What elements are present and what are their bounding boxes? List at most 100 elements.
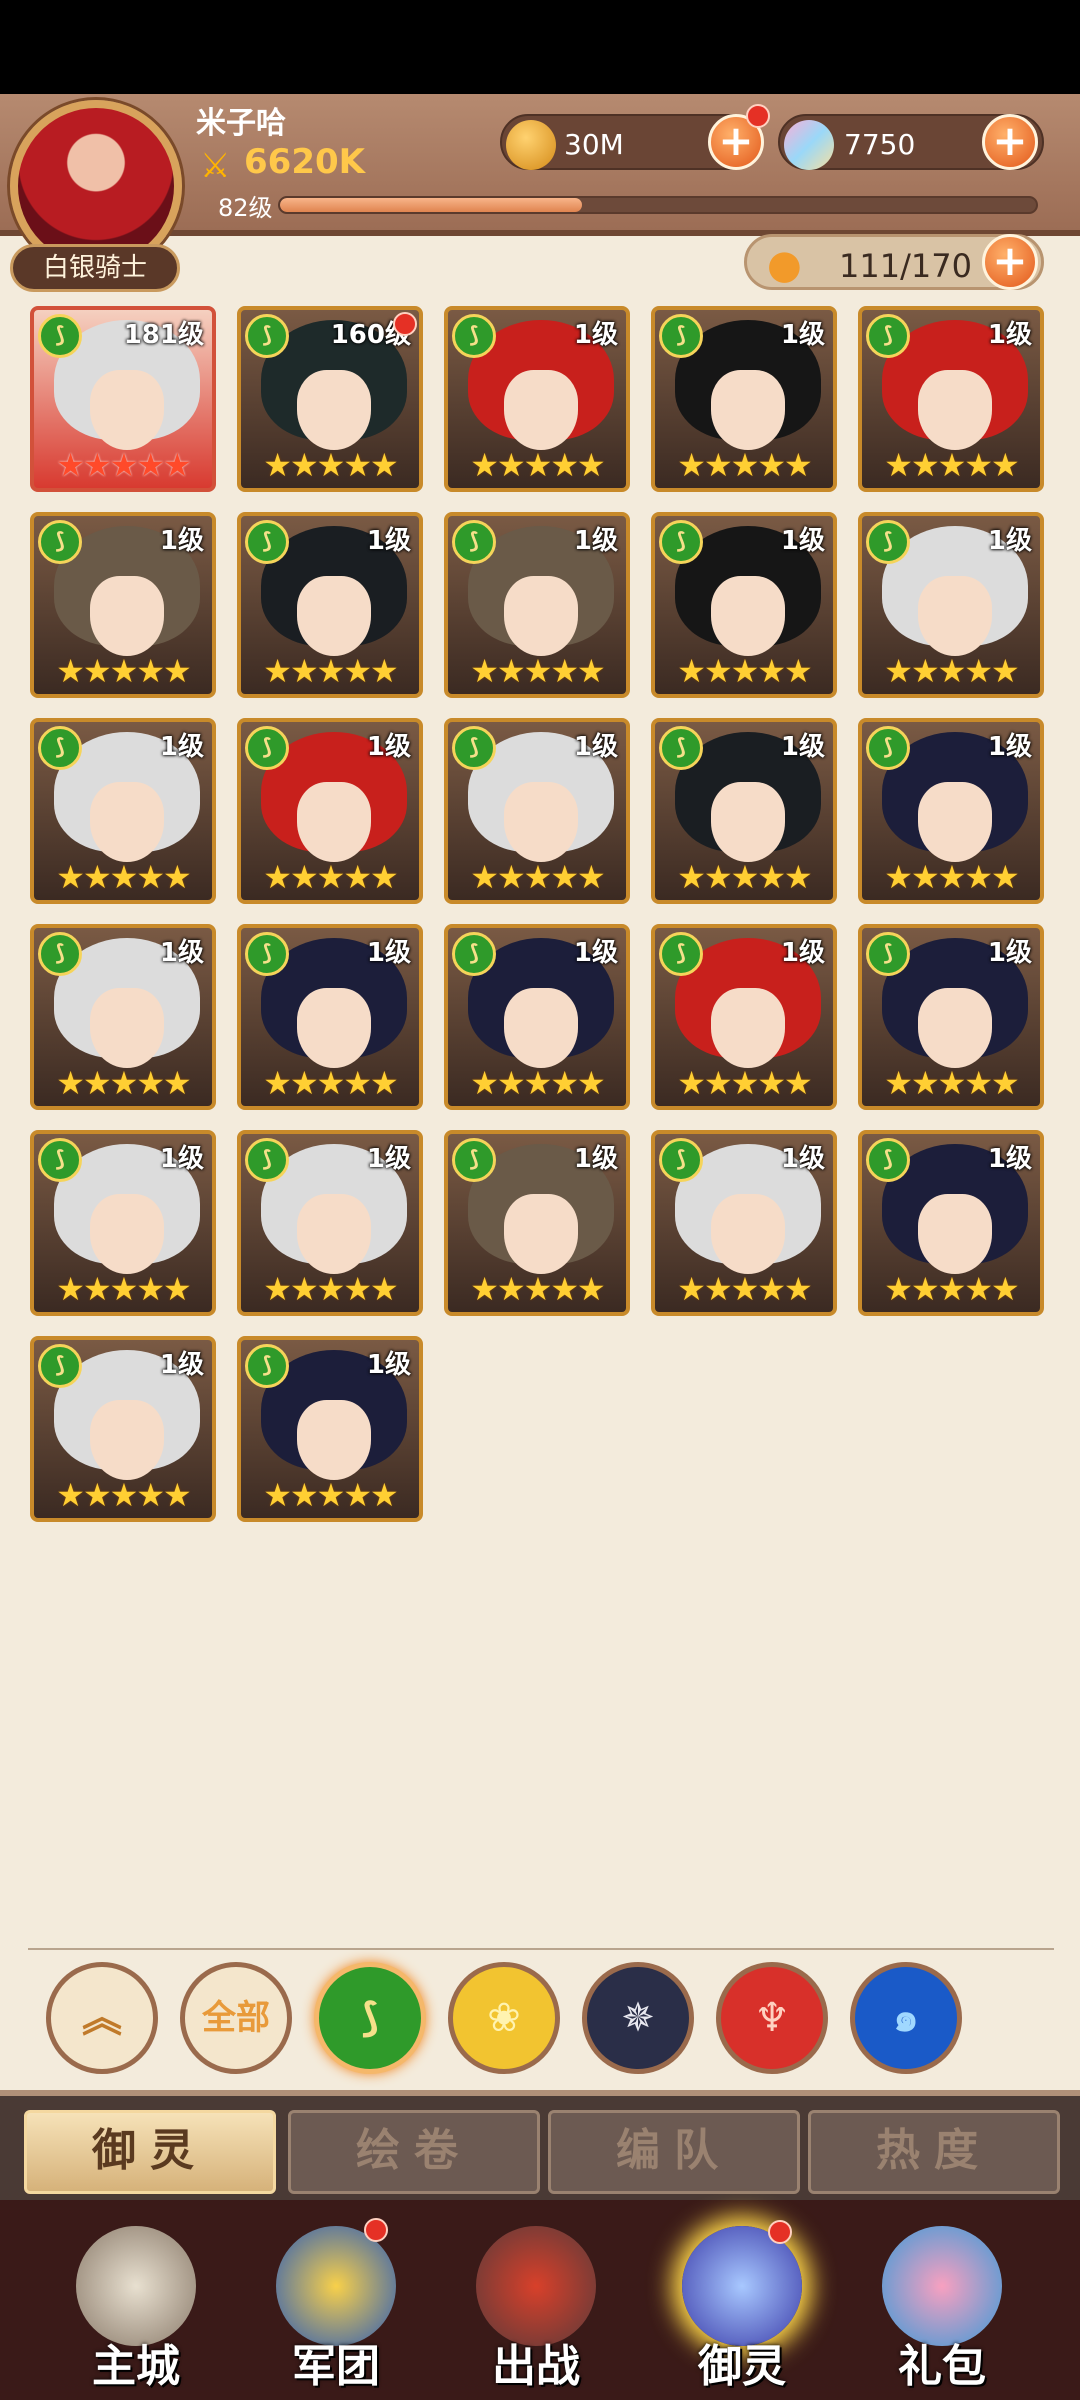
xp-progress-bar xyxy=(278,196,1038,214)
hero-stars: ★★★★★ xyxy=(263,858,398,896)
hero-card[interactable]: ⟆ 1级 ★★★★★ xyxy=(237,512,423,698)
hero-face xyxy=(711,782,785,862)
hero-stars: ★★★★★ xyxy=(884,1270,1019,1308)
hero-card[interactable]: ⟆ 1级 ★★★★★ xyxy=(444,1130,630,1316)
nature-faction-icon: ⟆ xyxy=(866,932,910,976)
filter-phoenix-faction-icon[interactable]: ♆ xyxy=(716,1962,828,2074)
hero-stars: ★★★★★ xyxy=(470,1270,605,1308)
nature-faction-icon: ⟆ xyxy=(38,520,82,564)
hero-level: 1级 xyxy=(780,732,825,762)
hero-card[interactable]: ⟆ 1级 ★★★★★ xyxy=(858,924,1044,1110)
hero-stars: ★★★★★ xyxy=(56,446,191,484)
hero-card[interactable]: ⟆ 1级 ★★★★★ xyxy=(237,924,423,1110)
nav-main-city[interactable]: 主城 xyxy=(46,2218,226,2400)
hero-card[interactable]: ⟆ 1级 ★★★★★ xyxy=(30,718,216,904)
nature-faction-icon: ⟆ xyxy=(245,1138,289,1182)
tab-scrolls[interactable]: 绘卷 xyxy=(288,2110,540,2194)
hero-stars: ★★★★★ xyxy=(884,652,1019,690)
hero-card[interactable]: ⟆ 1级 ★★★★★ xyxy=(858,512,1044,698)
crystal-gem-icon xyxy=(784,120,834,170)
hero-card[interactable]: ⟆ 1级 ★★★★★ xyxy=(444,718,630,904)
hero-card[interactable]: ⟆ 1级 ★★★★★ xyxy=(651,924,837,1110)
hero-card[interactable]: ⟆ 1级 ★★★★★ xyxy=(237,1336,423,1522)
divider xyxy=(28,1948,1054,1950)
hero-face xyxy=(297,1194,371,1274)
nature-faction-icon: ⟆ xyxy=(38,1138,82,1182)
hero-stars: ★★★★★ xyxy=(677,1064,812,1102)
battle-gate-icon xyxy=(476,2226,596,2346)
hero-stars: ★★★★★ xyxy=(677,652,812,690)
hero-level: 1级 xyxy=(366,938,411,968)
filter-all[interactable]: 全部 xyxy=(180,1962,292,2074)
hero-face xyxy=(504,370,578,450)
hero-card[interactable]: ⟆ 1级 ★★★★★ xyxy=(651,1130,837,1316)
hero-card[interactable]: ⟆ 160级 ★★★★★ xyxy=(237,306,423,492)
hero-face xyxy=(90,988,164,1068)
nature-faction-icon: ⟆ xyxy=(245,726,289,770)
hero-level: 1级 xyxy=(573,1144,618,1174)
crossed-swords-icon: ⚔ xyxy=(200,146,231,186)
nav-spirits[interactable]: 御灵 xyxy=(652,2218,832,2400)
hero-stars: ★★★★★ xyxy=(677,1270,812,1308)
hero-card[interactable]: ⟆ 1级 ★★★★★ xyxy=(30,512,216,698)
tab-popularity[interactable]: 热度 xyxy=(808,2110,1060,2194)
hero-level: 1级 xyxy=(573,732,618,762)
nav-legion[interactable]: 军团 xyxy=(246,2218,426,2400)
nature-faction-icon: ⟆ xyxy=(38,932,82,976)
nav-label: 主城 xyxy=(92,2341,180,2392)
status-bar xyxy=(0,0,1080,94)
hero-card[interactable]: ⟆ 1级 ★★★★★ xyxy=(30,924,216,1110)
xp-progress-fill xyxy=(280,198,583,212)
nav-label: 御灵 xyxy=(698,2341,786,2392)
hero-stars: ★★★★★ xyxy=(470,446,605,484)
notification-dot xyxy=(768,2220,792,2244)
hero-card[interactable]: ⟆ 1级 ★★★★★ xyxy=(858,306,1044,492)
hero-card[interactable]: ⟆ 1级 ★★★★★ xyxy=(651,718,837,904)
hero-card[interactable]: ⟆ 1级 ★★★★★ xyxy=(444,306,630,492)
filter-star-faction-icon[interactable]: ✵ xyxy=(582,1962,694,2074)
hero-stars: ★★★★★ xyxy=(56,1476,191,1514)
filter-water-faction-icon[interactable]: ๑ xyxy=(850,1962,962,2074)
hero-level: 1级 xyxy=(780,938,825,968)
hero-card[interactable]: ⟆ 1级 ★★★★★ xyxy=(237,1130,423,1316)
hero-card[interactable]: ⟆ 1级 ★★★★★ xyxy=(237,718,423,904)
hero-level: 181级 xyxy=(123,320,204,350)
nav-label: 出战 xyxy=(492,2341,580,2392)
hero-card[interactable]: ⟆ 1级 ★★★★★ xyxy=(444,512,630,698)
hero-card[interactable]: ⟆ 1级 ★★★★★ xyxy=(858,718,1044,904)
hero-card[interactable]: ⟆ 1级 ★★★★★ xyxy=(444,924,630,1110)
filter-rose-faction-icon[interactable]: ❀ xyxy=(448,1962,560,2074)
hero-face xyxy=(504,1194,578,1274)
notification-dot xyxy=(393,312,417,336)
add-gems-button[interactable]: + xyxy=(982,114,1038,170)
filter-nature-faction-icon[interactable]: ⟆ xyxy=(314,1962,426,2074)
hero-card[interactable]: ⟆ 1级 ★★★★★ xyxy=(651,512,837,698)
hero-card[interactable]: ⟆ 181级 ★★★★★ xyxy=(30,306,216,492)
notification-dot xyxy=(746,104,770,128)
nature-faction-icon: ⟆ xyxy=(452,520,496,564)
hero-face xyxy=(918,576,992,656)
nature-faction-icon: ⟆ xyxy=(866,726,910,770)
hero-card[interactable]: ⟆ 1级 ★★★★★ xyxy=(651,306,837,492)
hero-card[interactable]: ⟆ 1级 ★★★★★ xyxy=(858,1130,1044,1316)
nature-faction-icon: ⟆ xyxy=(866,1138,910,1182)
notification-dot xyxy=(364,2218,388,2242)
tab-formation[interactable]: 编队 xyxy=(548,2110,800,2194)
nav-gift-pack[interactable]: 礼包 xyxy=(852,2218,1032,2400)
nature-faction-icon: ⟆ xyxy=(38,1344,82,1388)
expand-roster-button[interactable]: + xyxy=(982,234,1038,290)
nature-faction-icon: ⟆ xyxy=(38,314,82,358)
collapse-button[interactable]: ︽ xyxy=(46,1962,158,2074)
hero-level: 1级 xyxy=(573,320,618,350)
hero-level: 1级 xyxy=(366,526,411,556)
hero-stars: ★★★★★ xyxy=(677,446,812,484)
tab-spirits[interactable]: 御灵 xyxy=(24,2110,276,2194)
hero-card[interactable]: ⟆ 1级 ★★★★★ xyxy=(30,1130,216,1316)
hero-level: 1级 xyxy=(987,1144,1032,1174)
hero-card[interactable]: ⟆ 1级 ★★★★★ xyxy=(30,1336,216,1522)
hero-stars: ★★★★★ xyxy=(884,858,1019,896)
hero-stars: ★★★★★ xyxy=(470,858,605,896)
nav-battle[interactable]: 出战 xyxy=(446,2218,626,2400)
hero-stars: ★★★★★ xyxy=(263,652,398,690)
hero-level: 1级 xyxy=(159,1144,204,1174)
